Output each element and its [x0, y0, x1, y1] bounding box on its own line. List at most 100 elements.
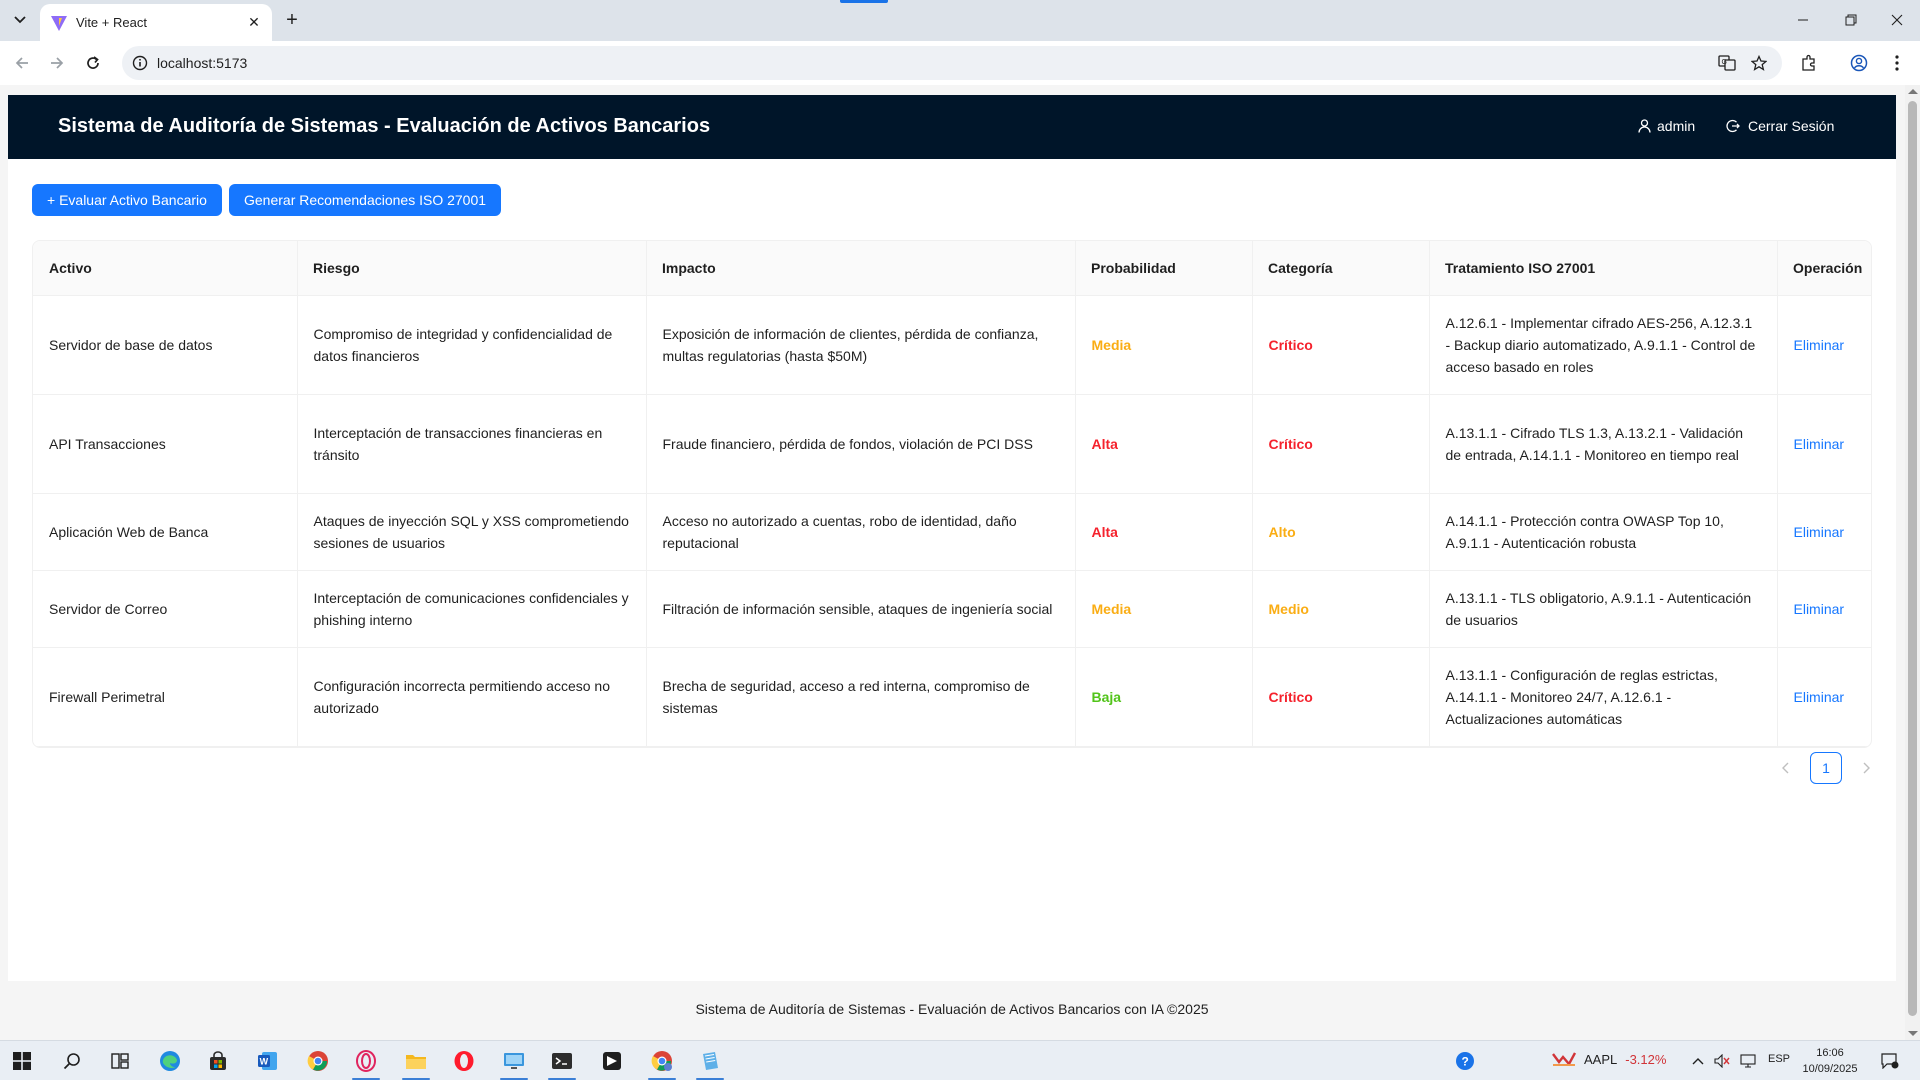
- taskbar-opera-gx[interactable]: [346, 1045, 386, 1080]
- taskbar-search-button[interactable]: [52, 1045, 92, 1077]
- taskbar-word[interactable]: W: [248, 1045, 288, 1077]
- reload-button[interactable]: [80, 50, 106, 76]
- back-button[interactable]: [9, 50, 35, 76]
- notepad-icon: [703, 1052, 718, 1070]
- minimize-button[interactable]: [1788, 8, 1818, 32]
- tray-overflow-button[interactable]: [1686, 1045, 1710, 1077]
- page-viewport: Sistema de Auditoría de Sistemas - Evalu…: [0, 85, 1920, 1040]
- cell-impacto: Brecha de seguridad, acceso a red intern…: [645, 647, 1075, 747]
- cell-riesgo: Compromiso de integridad y confidenciali…: [296, 295, 646, 395]
- tab-activity-indicator: [840, 0, 888, 3]
- cell-categoria: Medio: [1251, 570, 1429, 648]
- cell-tratamiento: A.13.1.1 - Configuración de reglas estri…: [1428, 647, 1777, 747]
- taskbar-notepad[interactable]: [690, 1045, 730, 1080]
- restore-icon: [1845, 14, 1857, 26]
- cursor-app-icon: [603, 1052, 621, 1070]
- cell-probabilidad: Media: [1074, 570, 1252, 648]
- column-header-tratamiento: Tratamiento ISO 27001: [1429, 241, 1777, 296]
- volume-button[interactable]: [1710, 1045, 1734, 1077]
- evaluate-asset-button[interactable]: + Evaluar Activo Bancario: [32, 184, 222, 216]
- network-icon: [1740, 1054, 1756, 1068]
- svg-text:G: G: [1722, 59, 1727, 66]
- table-header-row: Activo Riesgo Impacto Probabilidad Categ…: [33, 241, 1871, 296]
- column-header-operacion: Operación: [1777, 241, 1871, 296]
- cell-tratamiento: A.13.1.1 - Cifrado TLS 1.3, A.13.2.1 - V…: [1428, 394, 1777, 494]
- help-icon: ?: [1456, 1052, 1474, 1070]
- close-window-button[interactable]: [1882, 8, 1912, 32]
- taskbar-edge[interactable]: [150, 1045, 190, 1077]
- cell-categoria: Crítico: [1251, 647, 1429, 747]
- terminal-icon: [552, 1053, 572, 1069]
- notifications-button[interactable]: [1872, 1045, 1908, 1077]
- tab-close-icon[interactable]: ✕: [244, 12, 264, 32]
- taskbar-clock[interactable]: 16:06 10/09/2025: [1800, 1045, 1860, 1077]
- logout-button[interactable]: Cerrar Sesión: [1726, 118, 1834, 134]
- vite-logo-icon: [51, 16, 67, 31]
- stock-widget[interactable]: AAPL -3.12%: [1552, 1051, 1666, 1067]
- cell-riesgo: Ataques de inyección SQL y XSS compromet…: [296, 493, 646, 571]
- store-icon: [210, 1051, 226, 1070]
- delete-link[interactable]: Eliminar: [1794, 436, 1845, 452]
- folder-icon: [406, 1055, 426, 1069]
- cell-activo: Servidor de Correo: [33, 570, 297, 648]
- logout-icon: [1726, 119, 1740, 133]
- delete-link[interactable]: Eliminar: [1794, 337, 1845, 353]
- word-icon: W: [258, 1052, 277, 1070]
- next-page-button[interactable]: [1850, 752, 1882, 784]
- cell-tratamiento: A.14.1.1 - Protección contra OWASP Top 1…: [1428, 493, 1777, 571]
- cell-impacto: Filtración de información sensible, ataq…: [645, 570, 1075, 648]
- browser-tab-strip: Vite + React ✕ +: [0, 0, 1920, 41]
- network-button[interactable]: [1736, 1045, 1760, 1077]
- delete-link[interactable]: Eliminar: [1794, 601, 1845, 617]
- cell-operacion: Eliminar: [1776, 647, 1871, 747]
- profile-icon[interactable]: [1848, 52, 1870, 74]
- bookmark-star-icon[interactable]: [1748, 52, 1770, 74]
- browser-tab[interactable]: Vite + React ✕: [40, 4, 272, 41]
- cell-impacto: Exposición de información de clientes, p…: [645, 295, 1075, 395]
- language-indicator[interactable]: ESP: [1768, 1053, 1790, 1065]
- cell-operacion: Eliminar: [1776, 295, 1871, 395]
- column-header-riesgo: Riesgo: [297, 241, 646, 296]
- table-row: Firewall Perimetral Configuración incorr…: [33, 647, 1871, 747]
- page-number-button[interactable]: 1: [1810, 752, 1842, 784]
- site-info-icon[interactable]: [130, 53, 150, 73]
- extensions-icon[interactable]: [1798, 52, 1820, 74]
- notification-icon: [1881, 1053, 1899, 1069]
- new-tab-button[interactable]: +: [280, 8, 304, 32]
- column-header-impacto: Impacto: [646, 241, 1075, 296]
- generate-recommendations-button[interactable]: Generar Recomendaciones ISO 27001: [229, 184, 502, 216]
- task-view-button[interactable]: [100, 1045, 140, 1077]
- stock-change: -3.12%: [1625, 1051, 1667, 1067]
- scrollbar-thumb[interactable]: [1908, 101, 1917, 1016]
- taskbar-remote-desktop[interactable]: [494, 1045, 534, 1080]
- forward-button[interactable]: [44, 50, 70, 76]
- cell-probabilidad: Alta: [1074, 493, 1252, 571]
- url-text[interactable]: localhost:5173: [157, 55, 247, 71]
- taskbar-chrome[interactable]: [298, 1045, 338, 1077]
- restore-button[interactable]: [1836, 8, 1866, 32]
- app-layout: Sistema de Auditoría de Sistemas - Evalu…: [8, 95, 1896, 1040]
- help-tray-button[interactable]: ?: [1445, 1045, 1485, 1077]
- taskbar-store[interactable]: [198, 1045, 238, 1077]
- taskbar-file-explorer[interactable]: [396, 1045, 436, 1080]
- page-scrollbar[interactable]: [1905, 85, 1920, 1040]
- taskbar-chrome-profile[interactable]: [642, 1045, 682, 1080]
- more-menu-icon[interactable]: [1886, 52, 1908, 74]
- tab-search-button[interactable]: [6, 8, 34, 32]
- start-button[interactable]: [2, 1045, 42, 1077]
- scroll-down-arrow-icon[interactable]: [1908, 1031, 1918, 1036]
- speaker-muted-icon: [1714, 1054, 1730, 1068]
- taskbar-cursor[interactable]: [592, 1045, 632, 1077]
- prev-page-button[interactable]: [1770, 752, 1802, 784]
- taskbar-opera[interactable]: [444, 1045, 484, 1077]
- taskbar-terminal[interactable]: [542, 1045, 582, 1080]
- delete-link[interactable]: Eliminar: [1794, 689, 1845, 705]
- scroll-up-arrow-icon[interactable]: [1908, 89, 1918, 94]
- delete-link[interactable]: Eliminar: [1794, 524, 1845, 540]
- arrow-right-icon: [51, 57, 64, 69]
- svg-text:W: W: [260, 1057, 269, 1067]
- address-bar[interactable]: localhost:5173 G: [122, 46, 1782, 80]
- translate-icon[interactable]: G: [1716, 52, 1738, 74]
- svg-text:?: ?: [1462, 1055, 1469, 1069]
- minimize-icon: [1798, 19, 1808, 21]
